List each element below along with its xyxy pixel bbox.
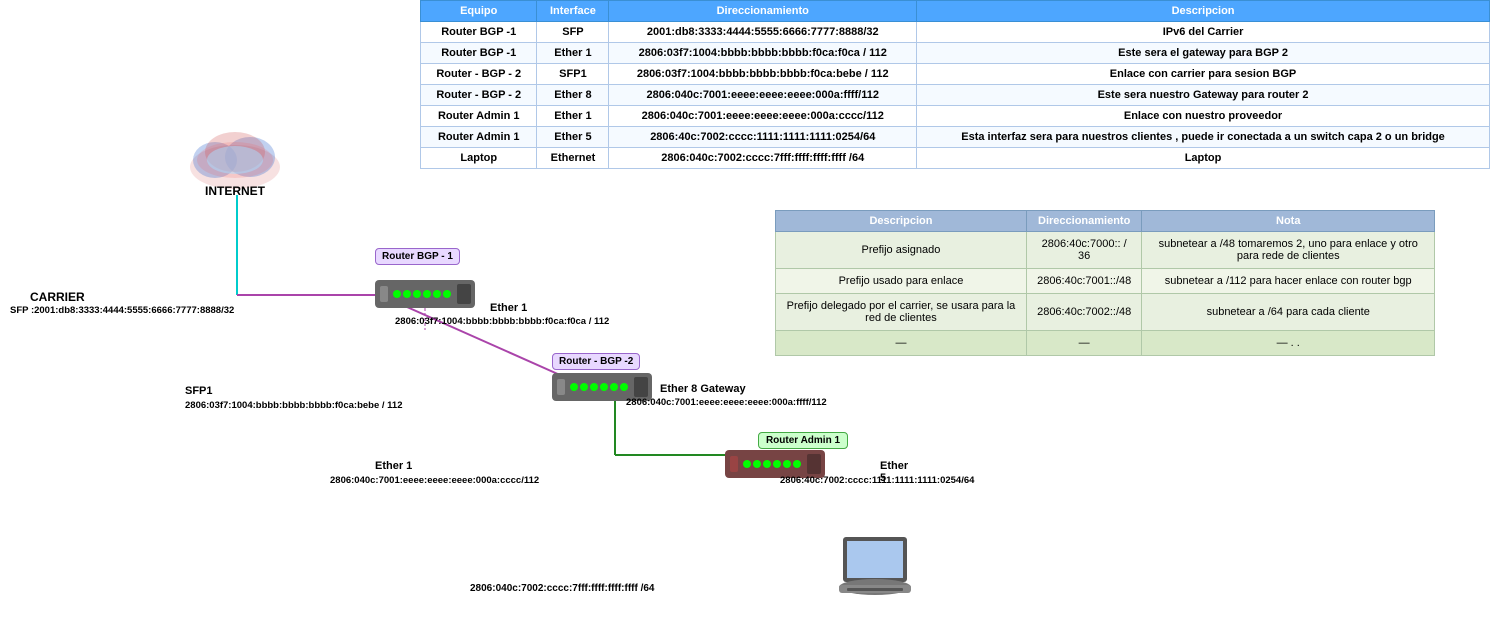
internet-cloud: INTERNET <box>175 115 295 205</box>
ether1-admin-label: Ether 1 <box>375 460 412 472</box>
ether1-bgp1-label: Ether 1 <box>490 302 527 314</box>
ether1-bgp1-addr: 2806:03f7:1004:bbbb:bbbb:bbbb:f0ca:f0ca … <box>395 316 609 327</box>
carrier-label: CARRIER <box>30 290 85 304</box>
cell2-nota: subnetear a /64 para cada cliente <box>1142 294 1435 331</box>
cell2-nota: subnetear a /48 tomaremos 2, uno para en… <box>1142 232 1435 269</box>
cell-descripcion: Este sera el gateway para BGP 2 <box>917 43 1490 64</box>
sfp1-addr: 2806:03f7:1004:bbbb:bbbb:bbbb:f0ca:bebe … <box>185 400 403 411</box>
cell-descripcion: IPv6 del Carrier <box>917 22 1490 43</box>
cell-descripcion: Enlace con carrier para sesion BGP <box>917 64 1490 85</box>
router-bgp1-label: Router BGP - 1 <box>375 248 460 265</box>
cell-descripcion: Enlace con nuestro proveedor <box>917 106 1490 127</box>
cell-descripcion: Este sera nuestro Gateway para router 2 <box>917 85 1490 106</box>
router-bgp1-device <box>375 280 475 311</box>
table-row: ——— . . <box>776 331 1435 356</box>
ether8-addr: 2806:040c:7001:eeee:eeee:eeee:000a:ffff/… <box>626 397 827 408</box>
laptop-addr: 2806:040c:7002:cccc:7fff:ffff:ffff:ffff … <box>470 583 655 594</box>
cell-descripcion: Esta interfaz sera para nuestros cliente… <box>917 127 1490 148</box>
laptop-icon <box>835 535 915 608</box>
carrier-addr: SFP :2001:db8:3333:4444:5555:6666:7777:8… <box>10 305 234 316</box>
cell2-direccionamiento: — <box>1026 331 1142 356</box>
ether1-admin-addr: 2806:040c:7001:eeee:eeee:eeee:000a:cccc/… <box>330 475 539 486</box>
router-bgp2-label: Router - BGP -2 <box>552 353 640 370</box>
col2-header-descripcion: Descripcion <box>776 211 1027 232</box>
ether5-addr: 2806:40c:7002:cccc:1111:1111:1111:0254/6… <box>780 475 974 486</box>
col2-header-direccionamiento: Direccionamiento <box>1026 211 1142 232</box>
table-row: Prefijo usado para enlace2806:40c:7001::… <box>776 269 1435 294</box>
cell2-direccionamiento: 2806:40c:7002::/48 <box>1026 294 1142 331</box>
table-row: Prefijo asignado2806:40c:7000:: / 36subn… <box>776 232 1435 269</box>
sfp1-label: SFP1 <box>185 385 213 397</box>
cell2-descripcion: — <box>776 331 1027 356</box>
router-admin1-label: Router Admin 1 <box>758 432 848 449</box>
second-table-section: Descripcion Direccionamiento Nota Prefij… <box>775 210 1435 356</box>
cell2-direccionamiento: 2806:40c:7000:: / 36 <box>1026 232 1142 269</box>
second-table: Descripcion Direccionamiento Nota Prefij… <box>775 210 1435 356</box>
ether8-label: Ether 8 Gateway <box>660 383 746 395</box>
cell2-nota: — . . <box>1142 331 1435 356</box>
col-header-descripcion: Descripcion <box>917 1 1490 22</box>
cell2-direccionamiento: 2806:40c:7001::/48 <box>1026 269 1142 294</box>
internet-label: INTERNET <box>205 184 265 198</box>
cell2-descripcion: Prefijo usado para enlace <box>776 269 1027 294</box>
cell-descripcion: Laptop <box>917 148 1490 169</box>
cell2-descripcion: Prefijo delegado por el carrier, se usar… <box>776 294 1027 331</box>
cell2-descripcion: Prefijo asignado <box>776 232 1027 269</box>
col2-header-nota: Nota <box>1142 211 1435 232</box>
diagram-section: INTERNET CARRIER SFP :2001:db8:3333:4444… <box>0 0 770 622</box>
table-row: Prefijo delegado por el carrier, se usar… <box>776 294 1435 331</box>
cell2-nota: subnetear a /112 para hacer enlace con r… <box>1142 269 1435 294</box>
